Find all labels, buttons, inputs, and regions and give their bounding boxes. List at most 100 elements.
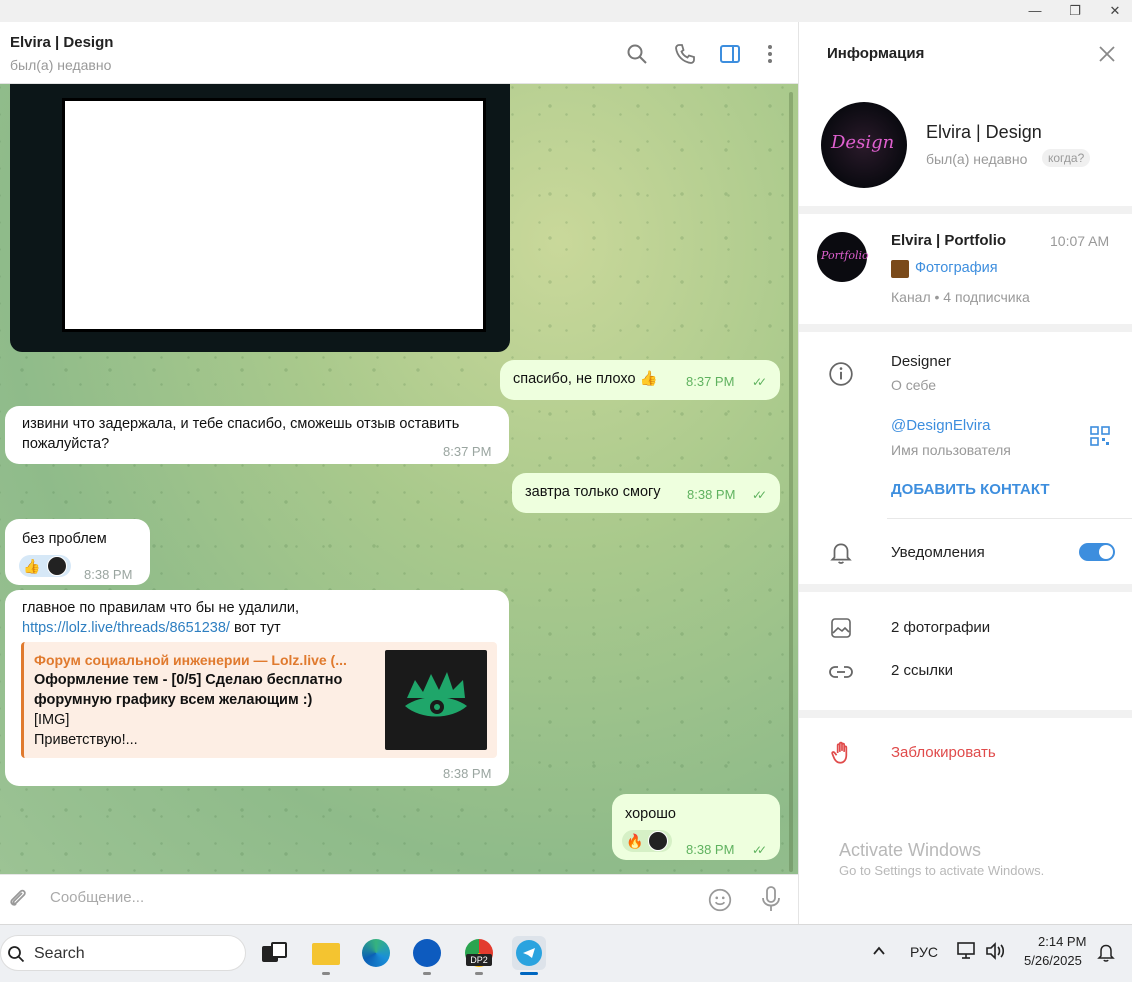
message-bubble-out[interactable]: спасибо, не плохо 👍 8:37 PM ✓✓: [500, 360, 780, 400]
profile-name: Elvira | Design: [926, 122, 1042, 142]
message-text: хорошо: [625, 806, 676, 822]
emoji-icon[interactable]: [707, 887, 733, 913]
divider: [887, 518, 1132, 519]
last-seen-badge[interactable]: когда?: [1042, 149, 1091, 167]
message-text: пожалуйста?: [22, 436, 110, 452]
photos-count-row[interactable]: 2 фотографии: [891, 619, 990, 636]
info-panel-title: Информация: [827, 45, 925, 62]
message-text: главное по правилам что бы не удалили,: [22, 600, 300, 616]
message-bubble-in[interactable]: без проблем 👍 8:38 PM: [5, 519, 150, 585]
block-hand-icon: [831, 741, 848, 764]
window-titlebar: — ❐ ✕: [0, 0, 1132, 22]
message-text: без проблем: [22, 531, 107, 547]
activate-windows-title: Activate Windows: [839, 840, 982, 860]
message-time: 8:37 PM: [686, 374, 735, 389]
sidebar-toggle-icon[interactable]: [718, 42, 742, 66]
thumbs-up-icon: 👍: [23, 558, 41, 574]
clock-date[interactable]: 5/26/2025: [1024, 953, 1082, 968]
maximize-button[interactable]: ❐: [1060, 2, 1090, 20]
task-view-icon[interactable]: [258, 936, 292, 970]
block-button[interactable]: Заблокировать: [891, 744, 996, 761]
photo-thumb-icon: [891, 260, 909, 278]
app-swift-icon[interactable]: [410, 936, 444, 975]
telegram-icon[interactable]: [512, 936, 546, 975]
read-ticks-icon: ✓✓: [752, 375, 767, 389]
edge-browser-icon[interactable]: [359, 936, 393, 970]
activate-windows-subtitle: Go to Settings to activate Windows.: [839, 863, 1045, 878]
notifications-toggle[interactable]: [1079, 543, 1115, 561]
preview-description: [IMG] Приветствую!...: [34, 712, 138, 748]
username-label: Имя пользователя: [891, 442, 1011, 458]
message-composer: Сообщение...: [0, 874, 798, 924]
fire-icon: 🔥: [626, 833, 644, 849]
taskbar-search[interactable]: Search: [0, 935, 246, 971]
message-link[interactable]: https://lolz.live/threads/8651238/: [22, 620, 230, 636]
photo-content: [62, 98, 486, 332]
profile-avatar[interactable]: Design: [821, 102, 907, 188]
minimize-button[interactable]: —: [1020, 2, 1050, 20]
channel-avatar: Portfolio: [817, 232, 869, 282]
message-time: 8:38 PM: [687, 487, 736, 502]
message-input[interactable]: Сообщение...: [50, 889, 144, 906]
add-contact-button[interactable]: ДОБАВИТЬ КОНТАКТ: [891, 481, 1050, 498]
attach-icon[interactable]: [6, 887, 30, 911]
preview-thumbnail: [385, 650, 487, 750]
microphone-icon[interactable]: [759, 885, 783, 913]
info-panel: Информация Design Elvira | Design был(а)…: [798, 22, 1132, 924]
message-time: 8:38 PM: [443, 766, 492, 781]
notification-bell-icon[interactable]: [1097, 942, 1115, 962]
taskbar: Search DP2 РУС 2:14 PM 5/26/2025: [0, 924, 1132, 982]
search-icon: [8, 946, 25, 963]
username-link[interactable]: @DesignElvira: [891, 417, 990, 434]
photo-icon: [831, 618, 851, 638]
bio-label: О себе: [891, 377, 937, 393]
link-icon: [829, 666, 853, 678]
message-text: завтра только смогу: [525, 484, 661, 500]
links-count-row[interactable]: 2 ссылки: [891, 662, 953, 679]
more-menu-icon[interactable]: [758, 42, 782, 66]
channel-time: 10:07 AM: [1050, 233, 1110, 249]
link-preview[interactable]: Форум социальной инженерии — Lolz.live (…: [21, 642, 497, 758]
chat-title[interactable]: Elvira | Design: [10, 34, 113, 51]
divider: [799, 206, 1132, 214]
chat-scrollbar[interactable]: [789, 92, 793, 872]
preview-title: Оформление тем - [0/5] Сделаю бесплатно …: [34, 672, 343, 708]
clock-time[interactable]: 2:14 PM: [1038, 934, 1086, 949]
volume-icon[interactable]: [984, 941, 1006, 961]
network-icon[interactable]: [956, 941, 978, 961]
search-label: Search: [34, 945, 85, 962]
message-bubble-out[interactable]: хорошо 🔥 8:38 PM ✓✓: [612, 794, 780, 860]
file-explorer-icon[interactable]: [309, 936, 343, 975]
reactor-avatar: [47, 556, 67, 576]
message-list[interactable]: спасибо, не плохо 👍 8:37 PM ✓✓ извини чт…: [0, 84, 798, 874]
message-bubble-in[interactable]: главное по правилам что бы не удалили, h…: [5, 590, 509, 786]
read-ticks-icon: ✓✓: [752, 843, 767, 857]
reaction-chip[interactable]: 👍: [19, 555, 71, 577]
message-text: спасибо, не плохо 👍: [513, 371, 658, 387]
message-time: 8:37 PM: [443, 444, 492, 459]
channel-name: Elvira | Portfolio: [891, 232, 1007, 249]
eye-logo-icon: [405, 672, 467, 717]
qr-code-icon[interactable]: [1089, 425, 1111, 447]
read-ticks-icon: ✓✓: [752, 488, 767, 502]
input-language[interactable]: РУС: [910, 944, 938, 960]
message-text: вот тут: [229, 620, 281, 636]
info-icon: [829, 362, 853, 386]
reactor-avatar: [648, 831, 668, 851]
phone-icon[interactable]: [673, 42, 697, 66]
message-time: 8:38 PM: [686, 842, 735, 857]
close-icon[interactable]: [1097, 44, 1117, 64]
tray-chevron-up-icon[interactable]: [872, 945, 886, 957]
close-window-button[interactable]: ✕: [1100, 2, 1130, 20]
message-bubble-in[interactable]: извини что задержала, и тебе спасибо, см…: [5, 406, 509, 464]
reaction-chip[interactable]: 🔥: [622, 830, 672, 852]
chat-status: был(а) недавно: [10, 57, 112, 73]
search-icon[interactable]: [625, 42, 649, 66]
divider: [799, 710, 1132, 718]
photo-message[interactable]: [10, 84, 510, 352]
chrome-profile-icon[interactable]: DP2: [462, 936, 496, 975]
divider: [799, 324, 1132, 332]
bell-icon: [830, 543, 852, 564]
preview-site-name: Форум социальной инженерии — Lolz.live (…: [34, 652, 347, 668]
message-bubble-out[interactable]: завтра только смогу 8:38 PM ✓✓: [512, 473, 780, 513]
